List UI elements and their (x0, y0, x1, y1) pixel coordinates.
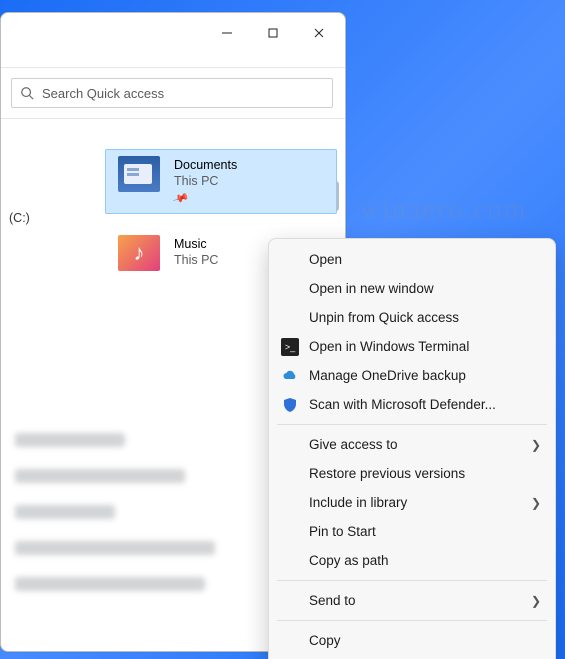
folder-location: This PC (174, 173, 237, 189)
menu-item-send-to[interactable]: Send to ❯ (269, 586, 555, 615)
menu-item-label: Pin to Start (309, 524, 541, 539)
search-icon (20, 86, 34, 100)
menu-item-label: Send to (309, 593, 521, 608)
menu-item-label: Unpin from Quick access (309, 310, 541, 325)
menu-item-label: Scan with Microsoft Defender... (309, 397, 541, 412)
close-icon (313, 27, 325, 39)
menu-separator (277, 620, 547, 621)
folder-item-documents[interactable]: Documents This PC 📌 (105, 149, 337, 214)
menu-item-manage-onedrive-backup[interactable]: Manage OneDrive backup (269, 361, 555, 390)
menu-item-open-in-windows-terminal[interactable]: >_ Open in Windows Terminal (269, 332, 555, 361)
menu-item-label: Restore previous versions (309, 466, 541, 481)
search-placeholder: Search Quick access (42, 86, 164, 101)
folder-location: This PC (174, 252, 218, 268)
menu-item-scan-with-microsoft-defender[interactable]: Scan with Microsoft Defender... (269, 390, 555, 419)
sidebar-drive-label[interactable]: (C:) (9, 211, 30, 225)
folder-name: Documents (174, 157, 237, 173)
maximize-button[interactable] (251, 17, 295, 49)
menu-item-label: Open in Windows Terminal (309, 339, 541, 354)
close-button[interactable] (297, 17, 341, 49)
minimize-icon (221, 27, 233, 39)
chevron-right-icon: ❯ (531, 594, 541, 608)
search-input[interactable]: Search Quick access (11, 78, 333, 108)
chevron-right-icon: ❯ (531, 438, 541, 452)
titlebar (1, 13, 345, 53)
menu-item-include-in-library[interactable]: Include in library ❯ (269, 488, 555, 517)
watermark: winaero.com (360, 194, 527, 226)
context-menu: Open Open in new window Unpin from Quick a… (268, 238, 556, 659)
menu-item-label: Copy (309, 633, 541, 648)
folder-name: Music (174, 236, 218, 252)
chevron-right-icon: ❯ (531, 496, 541, 510)
music-folder-icon (118, 235, 160, 271)
terminal-icon: >_ (281, 338, 299, 356)
menu-item-label: Give access to (309, 437, 521, 452)
menu-item-label: Include in library (309, 495, 521, 510)
menu-item-restore-previous-versions[interactable]: Restore previous versions (269, 459, 555, 488)
menu-item-unpin-from-quick-access[interactable]: Unpin from Quick access (269, 303, 555, 332)
documents-folder-icon (118, 156, 160, 192)
defender-shield-icon (281, 396, 299, 414)
menu-separator (277, 424, 547, 425)
pin-icon: 📌 (171, 189, 190, 209)
menu-item-open[interactable]: Open (269, 245, 555, 274)
search-row: Search Quick access (1, 68, 345, 118)
minimize-button[interactable] (205, 17, 249, 49)
menu-item-give-access-to[interactable]: Give access to ❯ (269, 430, 555, 459)
menu-item-label: Open (309, 252, 541, 267)
menu-item-label: Manage OneDrive backup (309, 368, 541, 383)
menu-item-label: Copy as path (309, 553, 541, 568)
menu-item-copy[interactable]: Copy (269, 626, 555, 655)
onedrive-icon (281, 367, 299, 385)
menu-item-pin-to-start[interactable]: Pin to Start (269, 517, 555, 546)
menu-item-paste[interactable]: Paste (269, 655, 555, 659)
menu-item-open-in-new-window[interactable]: Open in new window (269, 274, 555, 303)
maximize-icon (267, 27, 279, 39)
blurred-list (15, 433, 275, 613)
menu-item-copy-as-path[interactable]: Copy as path (269, 546, 555, 575)
menu-separator (277, 580, 547, 581)
menu-item-label: Open in new window (309, 281, 541, 296)
